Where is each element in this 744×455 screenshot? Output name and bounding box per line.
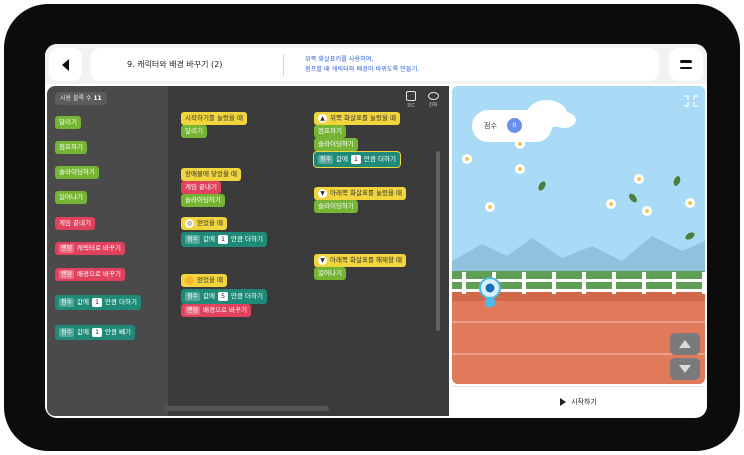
palette-subtract-score-block[interactable]: 점수 값에 1 만큼 빼기 [55,325,136,340]
palette-jump-block[interactable]: 점프하기 [55,141,87,154]
bonus-icon [185,276,194,285]
obstacle-event-block[interactable]: 장애물에 닿았을 때 [181,168,241,181]
code-workspace[interactable]: 코드 전화 시작하기를 눌렀을 때 달리기 장애물에 닿았을 때 게임 끝내기 … [168,86,449,416]
code-icon [406,91,416,101]
end-game-block[interactable]: 게임 끝내기 [181,181,221,194]
down-arrow-icon: ▼ [318,256,327,265]
palette-run-block[interactable]: 달리기 [55,116,81,129]
app-screen: 9. 캐릭터와 배경 바꾸기 (2) 위쪽 화살표키를 사용하여, 점프할 때 … [45,44,707,418]
up-control-button[interactable] [670,333,700,355]
description-line-1: 위쪽 화살표키를 사용하여, [305,56,374,63]
slide-block[interactable]: 슬라이딩하기 [181,194,225,207]
start-event-block[interactable]: 시작하기를 눌렀을 때 [181,112,247,125]
game-stage: 점수 0 [452,86,705,384]
add-amount-input[interactable]: 1 [92,298,103,307]
slide-block[interactable]: 슬라이딩하기 [314,200,358,213]
menu-button[interactable] [669,48,703,81]
block-count-badge: 사용 블록 수 11 [55,92,107,105]
score-value: 0 [507,118,522,133]
back-arrow-icon [61,58,69,71]
start-button-label: 시작하기 [571,397,597,406]
title-divider [283,54,284,76]
back-button[interactable] [49,48,82,81]
block-palette: 사용 블록 수 11 달리기 점프하기 슬라이딩하기 일어나기 게임 끝내기 랜… [47,86,168,416]
down-arrow-event-block[interactable]: ▼ 아래쪽 화살표를 눌렀을 때 [314,187,406,200]
palette-add-score-block[interactable]: 점수 값에 1 만큼 더하기 [55,295,141,310]
palette-change-background-block[interactable]: 랜덤 배경으로 바꾸기 [55,268,125,281]
lesson-title: 9. 캐릭터와 배경 바꾸기 (2) [127,60,223,69]
palette-slide-block[interactable]: 슬라이딩하기 [55,166,99,179]
palette-change-character-block[interactable]: 랜덤 캐릭터로 바꾸기 [55,242,125,255]
subtract-amount-input[interactable]: 1 [92,328,103,337]
get-item-event-block[interactable]: ◎ 얻었을 때 [181,217,227,230]
down-control-button[interactable] [670,358,700,380]
tablet-frame: 9. 캐릭터와 배경 바꾸기 (2) 위쪽 화살표키를 사용하여, 점프할 때 … [4,4,740,451]
stand-block[interactable]: 일어나기 [314,267,346,280]
change-background-block[interactable]: 랜덤 배경으로 바꾸기 [181,304,251,317]
variable-dropdown[interactable]: 점수 [59,328,75,337]
lesson-description: 위쪽 화살표키를 사용하여, 점프할 때 캐릭터와 배경이 바뀌도록 만들기. [305,55,419,75]
start-button[interactable]: 시작하기 [452,386,705,416]
add-score-block-selected[interactable]: 점수 값에 1 만큼 더하기 [313,151,401,168]
horizontal-scrollbar[interactable] [165,406,329,411]
down-release-event-block[interactable]: ▼ 아래쪽 화살표를 해제할 때 [314,254,406,267]
variable-dropdown[interactable]: 점수 [59,298,75,307]
palette-end-game-block[interactable]: 게임 끝내기 [55,217,95,230]
up-arrow-icon: ▲ [318,114,327,123]
description-line-2: 점프할 때 캐릭터와 배경이 바뀌도록 만들기. [305,66,420,73]
coin-icon: ◎ [185,219,194,228]
lesson-title-box: 9. 캐릭터와 배경 바꾸기 (2) 위쪽 화살표키를 사용하여, 점프할 때 … [91,48,659,81]
palette-stand-block[interactable]: 일어나기 [55,191,87,204]
run-block[interactable]: 달리기 [181,125,207,138]
jump-block[interactable]: 점프하기 [314,125,346,138]
play-icon [560,397,567,406]
eye-icon [427,92,439,100]
vertical-scrollbar[interactable] [436,151,440,331]
code-view-button[interactable]: 코드 [402,91,420,113]
add-score-block[interactable]: 점수 값에 5 만큼 더하기 [181,289,267,304]
preview-button[interactable]: 전화 [424,91,442,113]
block-count-label: 사용 블록 수 [60,95,92,102]
header-bar: 9. 캐릭터와 배경 바꾸기 (2) 위쪽 화살표키를 사용하여, 점프할 때 … [45,44,707,84]
background-dropdown[interactable]: 랜덤 [59,270,75,279]
block-count-value: 11 [93,95,102,102]
score-label: 점수 [484,122,497,130]
menu-icon [680,60,692,63]
down-arrow-icon [679,365,691,373]
get-bonus-event-block[interactable]: 얻었을 때 [181,274,227,287]
up-arrow-icon [679,340,691,348]
down-arrow-icon: ▼ [318,189,327,198]
character-dropdown[interactable]: 랜덤 [59,244,75,253]
up-arrow-event-block[interactable]: ▲ 위쪽 화살표를 눌렀을 때 [314,112,400,125]
slide-block[interactable]: 슬라이딩하기 [314,138,358,151]
add-score-block[interactable]: 점수 값에 1 만큼 더하기 [181,232,267,247]
